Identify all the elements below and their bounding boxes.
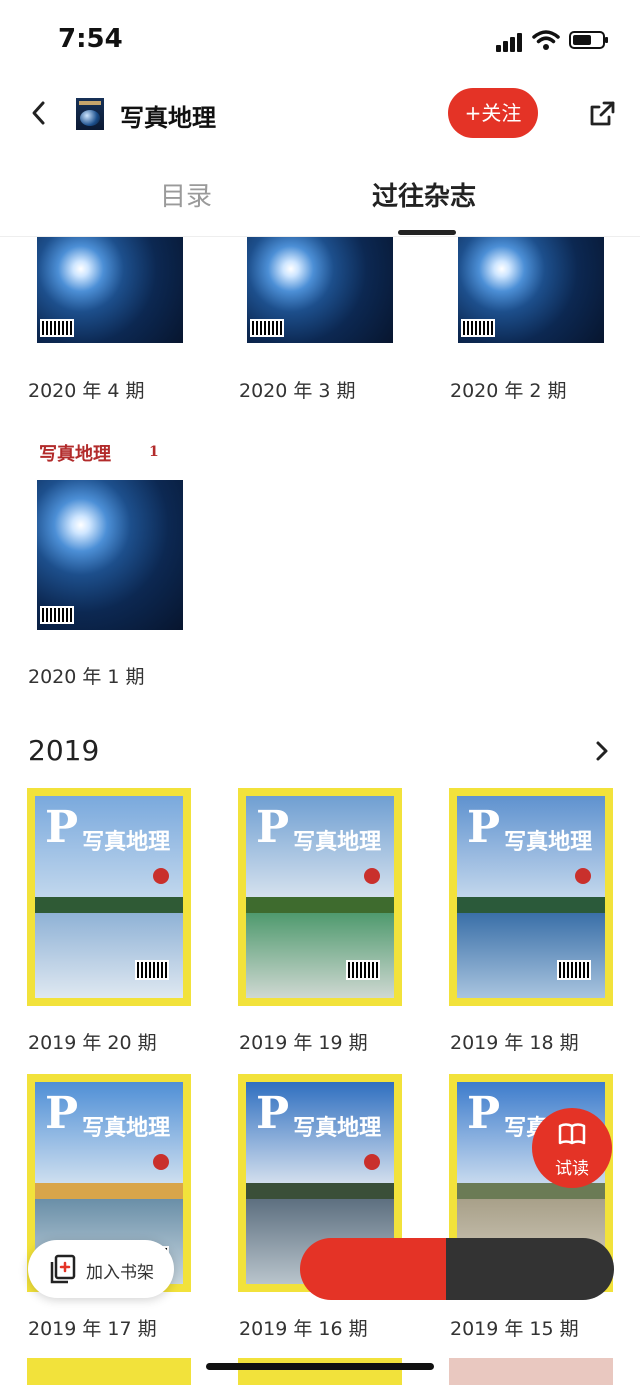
status-time: 7:54 [58, 24, 123, 54]
share-icon[interactable] [588, 100, 616, 128]
issue-cover[interactable]: P 写真地理 [449, 788, 613, 1006]
home-indicator[interactable] [206, 1363, 434, 1370]
cover-title: 写真地理 [293, 829, 382, 855]
issue-label[interactable]: 2019 年 17 期 [28, 1314, 157, 1341]
issue-label[interactable]: 2019 年 20 期 [28, 1028, 157, 1055]
follow-button[interactable]: +关注 [448, 88, 538, 138]
trial-read-button[interactable]: 试读 [532, 1108, 612, 1188]
cover-number: 1 [149, 444, 159, 460]
magazine-logo [76, 98, 104, 130]
cellular-signal-icon [496, 32, 524, 52]
issue-cover[interactable] [27, 1358, 191, 1385]
issue-label[interactable]: 2020 年 2 期 [450, 376, 567, 403]
issue-label[interactable]: 2020 年 1 期 [28, 662, 145, 689]
cover-masthead: 写真地理 1 [37, 432, 183, 480]
bottom-action-bar [300, 1238, 614, 1300]
cover-title: 写真地理 [39, 444, 111, 465]
issue-label[interactable]: 2019 年 15 期 [450, 1314, 579, 1341]
tab-bar: 目录 过往杂志 [0, 160, 640, 236]
issue-cover[interactable] [458, 237, 604, 343]
issue-label[interactable]: 2020 年 4 期 [28, 376, 145, 403]
chevron-right-icon[interactable] [594, 740, 610, 762]
active-tab-indicator [398, 230, 456, 235]
cover-title: 写真地理 [293, 1115, 382, 1141]
secondary-action-button[interactable] [446, 1238, 614, 1300]
issue-label[interactable]: 2019 年 19 期 [239, 1028, 368, 1055]
tab-contents[interactable]: 目录 [160, 176, 212, 213]
cover-title: 写真地理 [82, 829, 171, 855]
magazine-title: 写真地理 [120, 104, 216, 132]
back-arrow-icon[interactable] [26, 96, 52, 130]
issue-label[interactable]: 2019 年 18 期 [450, 1028, 579, 1055]
book-icon [558, 1123, 586, 1145]
nav-header: 写真地理 +关注 [0, 80, 640, 146]
add-to-shelf-label: 加入书架 [86, 1263, 154, 1283]
battery-icon [569, 31, 608, 49]
cover-title: 写真地理 [82, 1115, 171, 1141]
primary-action-button[interactable] [300, 1238, 446, 1300]
add-to-shelf-icon [50, 1254, 76, 1284]
issue-cover[interactable] [247, 237, 393, 343]
year-heading: 2019 [28, 734, 100, 767]
issue-label[interactable]: 2019 年 16 期 [239, 1314, 368, 1341]
issue-cover[interactable]: P 写真地理 [238, 788, 402, 1006]
tab-past-issues[interactable]: 过往杂志 [372, 176, 476, 213]
issue-cover[interactable] [37, 237, 183, 343]
issue-cover[interactable] [449, 1358, 613, 1385]
issue-cover[interactable] [37, 480, 183, 630]
cover-title: 写真地理 [504, 829, 593, 855]
status-bar: 7:54 [0, 0, 640, 80]
add-to-shelf-button[interactable]: 加入书架 [28, 1240, 174, 1298]
trial-read-label: 试读 [555, 1159, 589, 1179]
issue-label[interactable]: 2020 年 3 期 [239, 376, 356, 403]
issue-cover[interactable]: P 写真地理 [27, 788, 191, 1006]
wifi-icon [532, 30, 560, 50]
